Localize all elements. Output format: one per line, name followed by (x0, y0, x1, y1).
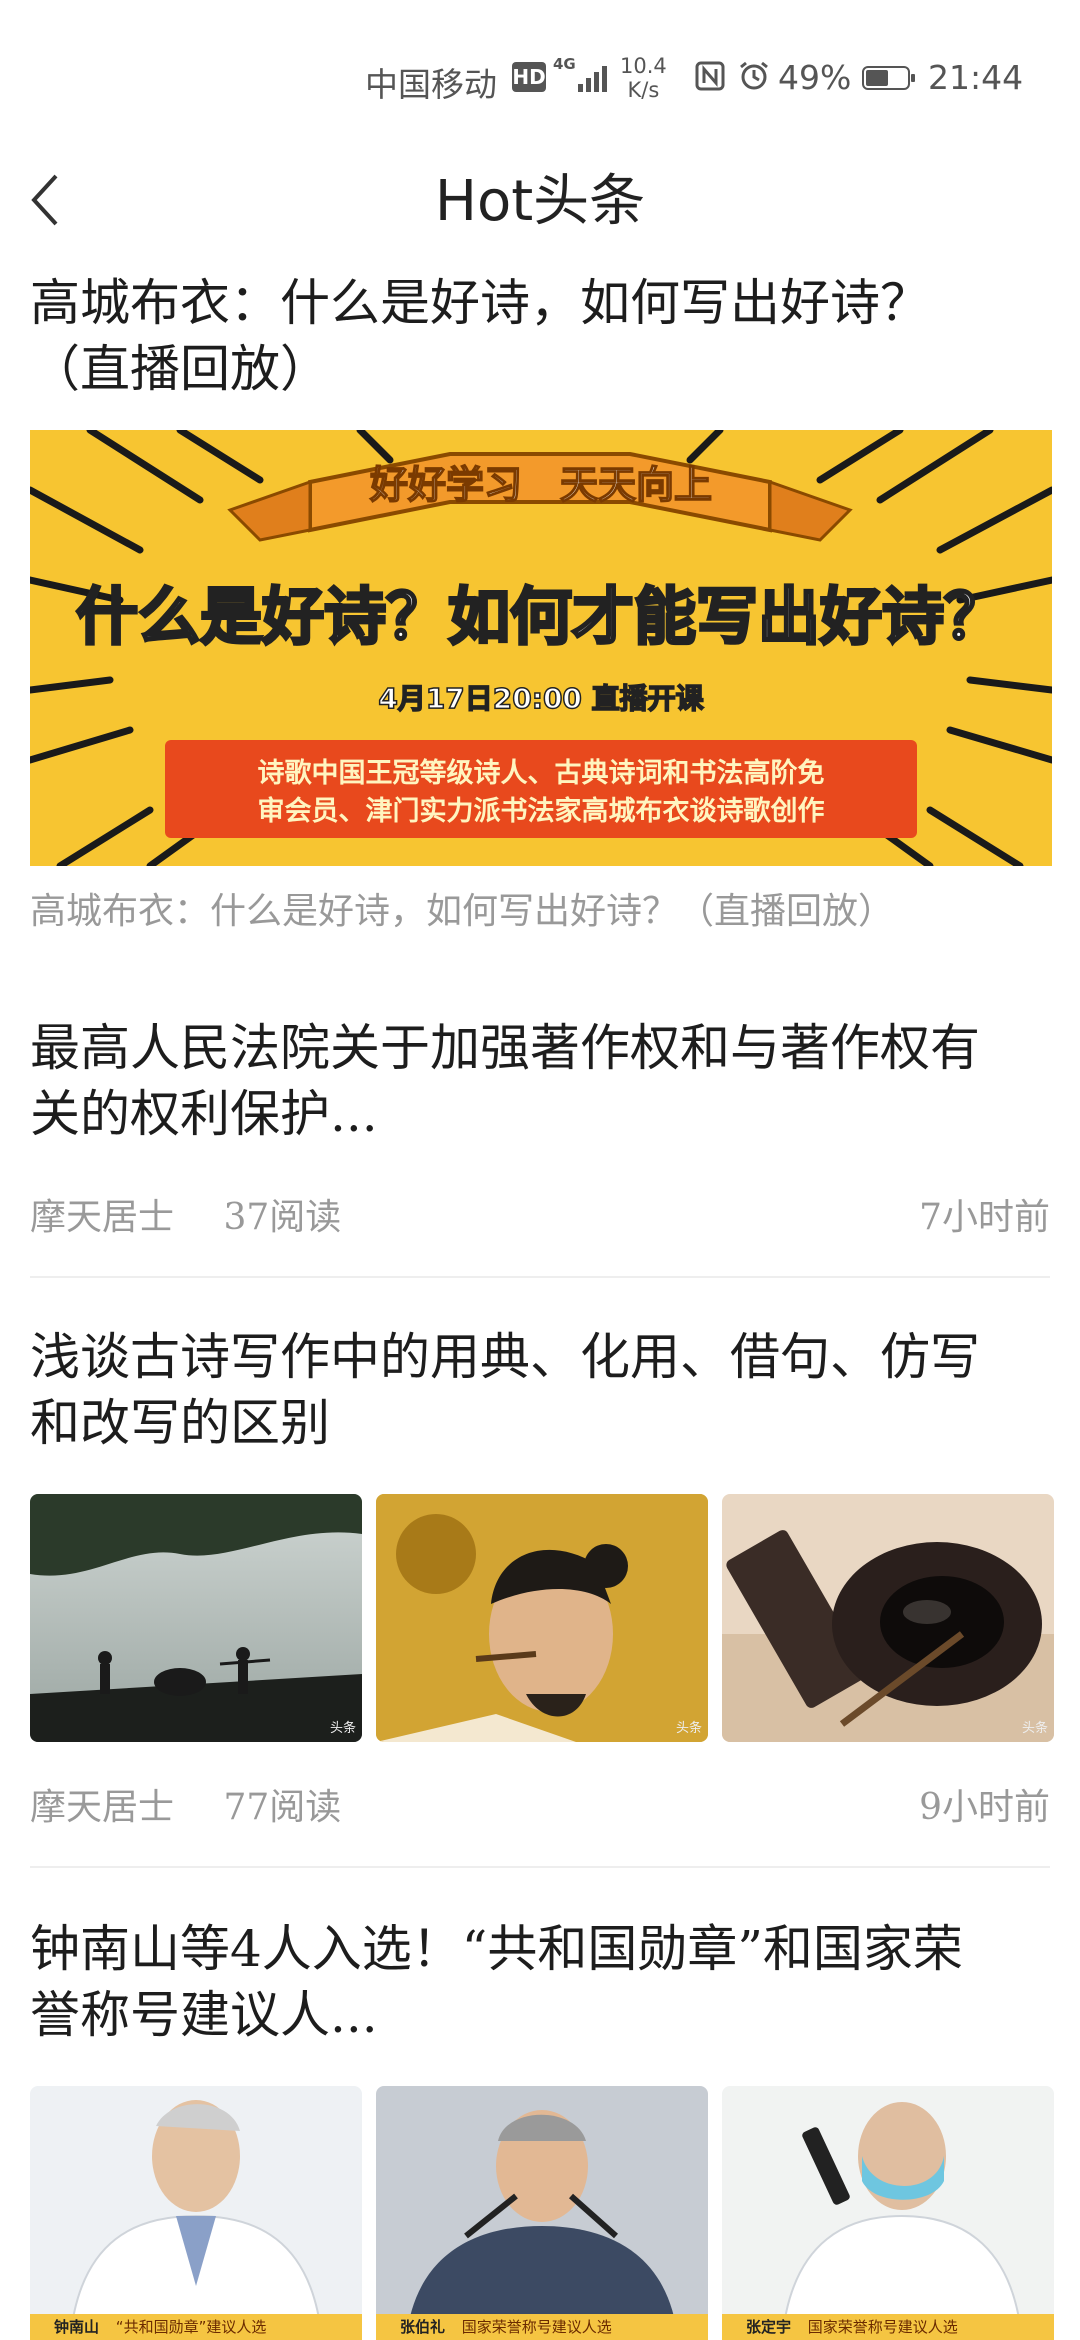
article-title-line: 高城布衣：什么是好诗，如何写出好诗？ (30, 274, 930, 332)
thumbnail-image[interactable]: 头条 (722, 1494, 1054, 1742)
nameplate: 钟南山 “共和国勋章”建议人选 (30, 2314, 362, 2340)
thumbnail-image[interactable]: 头条 (376, 1494, 708, 1742)
article-meta: 摩天居士 37阅读 7小时前 (30, 1188, 1050, 1240)
read-count: 37阅读 (223, 1197, 342, 1238)
article-title-line: 钟南山等4人入选！“共和国勋章”和国家荣 (30, 1920, 963, 1978)
read-count: 77阅读 (223, 1787, 342, 1828)
status-bar: 中国移动 HD 4G 10.4 K/s 49% 21:44 (0, 0, 1080, 150)
thumbnail-image[interactable]: 头条 (30, 1494, 362, 1742)
doctor-portrait-image (30, 2086, 362, 2340)
speed-value: 10.4 (620, 54, 667, 78)
poet-portrait-image (376, 1494, 708, 1742)
divider (30, 1276, 1050, 1278)
article-meta: 摩天居士 77阅读 9小时前 (30, 1778, 1050, 1830)
doctor-mask-image (722, 2086, 1054, 2340)
battery-icon (862, 66, 915, 90)
speed-unit: K/s (627, 78, 660, 102)
banner-desc-line: 审会员、津门实力派书法家高城布衣谈诗歌创作 (258, 795, 825, 827)
carrier-label: 中国移动 (365, 65, 497, 104)
banner-headline: 什么是好诗？如何才能写出好诗？ (76, 580, 1006, 653)
publish-time: 9小时前 (919, 1787, 1050, 1828)
landscape-ox-image (30, 1494, 362, 1742)
divider (30, 1866, 1050, 1868)
publish-time: 7小时前 (919, 1197, 1050, 1238)
thumbnail-image[interactable]: 钟南山 “共和国勋章”建议人选 (30, 2086, 362, 2340)
nameplate-text: 国家荣誉称号建议人选 (461, 2318, 612, 2336)
article-title-line: （直播回放） (30, 340, 330, 398)
alarm-icon (740, 61, 768, 90)
signal-icon (572, 62, 612, 92)
article-banner-image[interactable]: 好好学习 天天向上 什么是好诗？如何才能写出好诗？ 4月17日20:00 直播开… (30, 430, 1052, 866)
hd-icon: HD (512, 62, 546, 92)
thumbnail-image[interactable]: 张定宇 国家荣誉称号建议人选 (722, 2086, 1054, 2340)
battery-percent: 49% (778, 58, 852, 97)
thumbnail-watermark: 头条 (329, 1721, 356, 1736)
article-title-line: 最高人民法院关于加强著作权和与著作权有 (30, 1019, 980, 1077)
page-title: Hot头条 (434, 169, 646, 234)
inkstone-image (722, 1494, 1054, 1742)
nameplate-name: 张定宇 (746, 2318, 792, 2336)
network-speed: 10.4 K/s (620, 54, 667, 102)
nameplate-text: 国家荣誉称号建议人选 (807, 2318, 958, 2336)
clock: 21:44 (928, 58, 1024, 97)
banner-desc-line: 诗歌中国王冠等级诗人、古典诗词和书法高阶免 (258, 757, 825, 789)
thumbnail-watermark: 头条 (675, 1721, 702, 1736)
author-name: 摩天居士 (30, 1197, 175, 1238)
banner-graphic: 好好学习 天天向上 什么是好诗？如何才能写出好诗？ 4月17日20:00 直播开… (30, 430, 1052, 866)
banner-caption: 高城布衣：什么是好诗，如何写出好诗？（直播回放） (30, 891, 895, 932)
nameplate-text: “共和国勋章”建议人选 (115, 2318, 267, 2336)
nameplate: 张定宇 国家荣誉称号建议人选 (722, 2314, 1054, 2340)
article-title: 浅谈古诗写作中的用典、化用、借句、仿写 和改写的区别 (30, 1324, 1050, 1456)
nfc-icon (695, 61, 725, 91)
article-title-line: 誉称号建议人... (30, 1986, 378, 2044)
article-title-line: 浅谈古诗写作中的用典、化用、借句、仿写 (30, 1328, 980, 1386)
article-title-line: 和改写的区别 (30, 1394, 330, 1452)
nameplate: 张伯礼 国家荣誉称号建议人选 (376, 2314, 708, 2340)
banner-ribbon-text: 好好学习 天天向上 (369, 463, 712, 507)
author-name: 摩天居士 (30, 1787, 175, 1828)
article-title-line: 关的权利保护... (30, 1085, 378, 1143)
article-title: 钟南山等4人入选！“共和国勋章”和国家荣 誉称号建议人... (30, 1916, 1050, 2048)
nameplate-name: 张伯礼 (400, 2318, 446, 2336)
thumbnail-image[interactable]: 张伯礼 国家荣誉称号建议人选 (376, 2086, 708, 2340)
article-title: 高城布衣：什么是好诗，如何写出好诗？ （直播回放） (30, 270, 1050, 402)
banner-date: 4月17日20:00 直播开课 (378, 682, 704, 715)
article-title: 最高人民法院关于加强著作权和与著作权有 关的权利保护... (30, 1015, 1050, 1147)
speaker-portrait-image (376, 2086, 708, 2340)
thumbnail-watermark: 头条 (1021, 1721, 1048, 1736)
nameplate-name: 钟南山 (54, 2318, 100, 2336)
